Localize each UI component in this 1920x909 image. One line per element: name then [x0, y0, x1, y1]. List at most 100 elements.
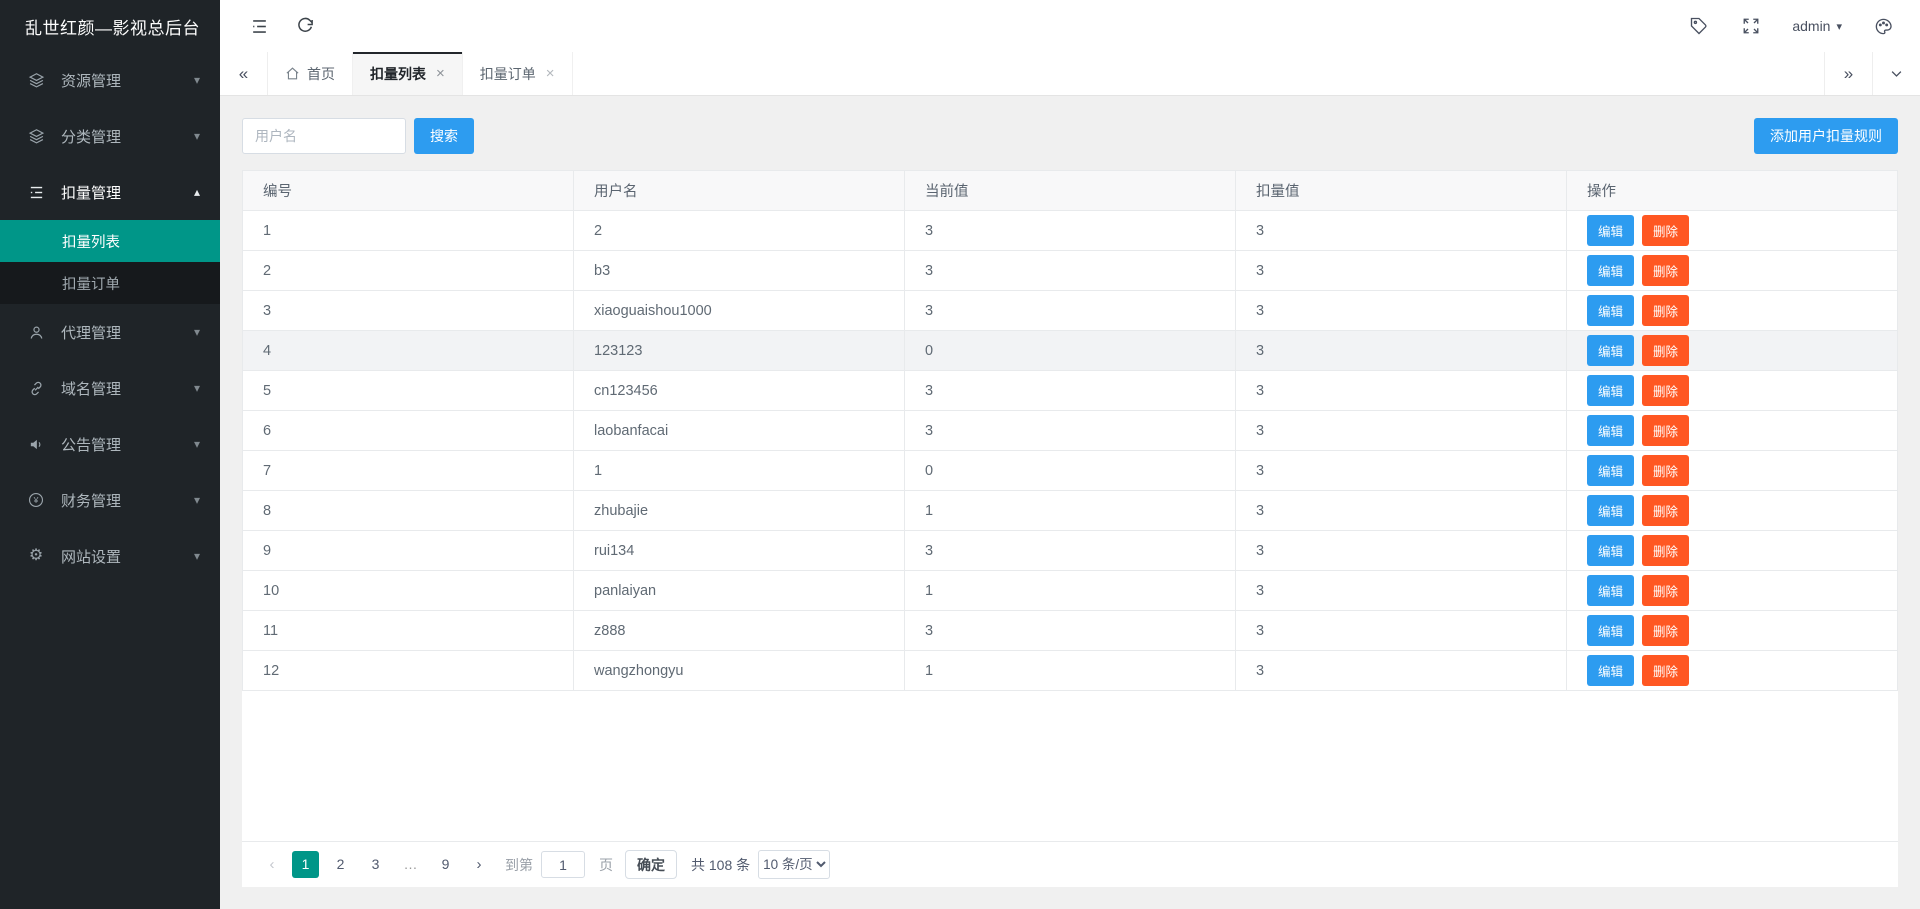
collapse-sidebar-icon[interactable]	[236, 0, 282, 52]
sidebar-item-label: 网站设置	[61, 546, 121, 567]
cell-deduct-value: 3	[1236, 491, 1567, 531]
sidebar-item-1[interactable]: 资源管理▾	[0, 52, 220, 108]
delete-button[interactable]: 删除	[1642, 575, 1689, 606]
page-number[interactable]: 3	[362, 851, 389, 878]
cell-id: 11	[243, 611, 574, 651]
goto-confirm-button[interactable]: 确定	[625, 850, 677, 879]
cell-current-value: 1	[905, 571, 1236, 611]
page-number[interactable]: 2	[327, 851, 354, 878]
fullscreen-icon[interactable]	[1740, 15, 1762, 37]
edit-button[interactable]: 编辑	[1587, 255, 1634, 286]
delete-button[interactable]: 删除	[1642, 375, 1689, 406]
toolbar: 搜索 添加用户扣量规则	[242, 118, 1898, 154]
sidebar-item-6[interactable]: 公告管理▾	[0, 416, 220, 472]
tabs-scroll-right-icon[interactable]: »	[1824, 52, 1872, 95]
cell-username: cn123456	[574, 371, 905, 411]
tabs-scroll-left-icon[interactable]: «	[220, 52, 268, 95]
delete-button[interactable]: 删除	[1642, 255, 1689, 286]
edit-button[interactable]: 编辑	[1587, 375, 1634, 406]
edit-button[interactable]: 编辑	[1587, 415, 1634, 446]
cell-current-value: 1	[905, 491, 1236, 531]
tab-首页[interactable]: 首页	[268, 52, 353, 95]
table-row: 11z88833编辑删除	[243, 611, 1898, 651]
cell-actions: 编辑删除	[1567, 451, 1898, 491]
chevron-down-icon: ▾	[194, 129, 200, 143]
user-dropdown[interactable]: admin ▾	[1792, 18, 1842, 34]
close-icon[interactable]: ×	[436, 66, 445, 81]
delete-button[interactable]: 删除	[1642, 215, 1689, 246]
column-header: 扣量值	[1236, 171, 1567, 211]
cell-actions: 编辑删除	[1567, 291, 1898, 331]
delete-button[interactable]: 删除	[1642, 655, 1689, 686]
cell-actions: 编辑删除	[1567, 251, 1898, 291]
tag-icon[interactable]	[1688, 15, 1710, 37]
search-button[interactable]: 搜索	[414, 118, 474, 154]
sidebar-item-3[interactable]: 扣量管理▴	[0, 164, 220, 220]
delete-button[interactable]: 删除	[1642, 335, 1689, 366]
sidebar-item-7[interactable]: ¥财务管理▾	[0, 472, 220, 528]
table-row: 6laobanfacai33编辑删除	[243, 411, 1898, 451]
page-size-select[interactable]: 10 条/页	[758, 850, 830, 879]
delete-button[interactable]: 删除	[1642, 295, 1689, 326]
cell-id: 5	[243, 371, 574, 411]
edit-button[interactable]: 编辑	[1587, 535, 1634, 566]
cell-actions: 编辑删除	[1567, 371, 1898, 411]
goto-page-input[interactable]	[541, 851, 585, 878]
svg-text:¥: ¥	[33, 495, 39, 505]
cell-actions: 编辑删除	[1567, 211, 1898, 251]
edit-button[interactable]: 编辑	[1587, 335, 1634, 366]
sidebar-subitem[interactable]: 扣量列表	[0, 220, 220, 262]
delete-button[interactable]: 删除	[1642, 415, 1689, 446]
edit-button[interactable]: 编辑	[1587, 455, 1634, 486]
edit-button[interactable]: 编辑	[1587, 615, 1634, 646]
delete-button[interactable]: 删除	[1642, 615, 1689, 646]
close-icon[interactable]: ×	[546, 66, 555, 81]
chevron-down-icon: ▾	[194, 381, 200, 395]
search-input[interactable]	[242, 118, 406, 154]
cell-id: 10	[243, 571, 574, 611]
cell-actions: 编辑删除	[1567, 411, 1898, 451]
delete-button[interactable]: 删除	[1642, 535, 1689, 566]
cell-deduct-value: 3	[1236, 611, 1567, 651]
cell-current-value: 1	[905, 651, 1236, 691]
sidebar-item-label: 代理管理	[61, 322, 121, 343]
prev-page-icon[interactable]: ‹	[260, 856, 284, 873]
edit-button[interactable]: 编辑	[1587, 495, 1634, 526]
cell-current-value: 0	[905, 331, 1236, 371]
column-header: 当前值	[905, 171, 1236, 211]
edit-button[interactable]: 编辑	[1587, 655, 1634, 686]
delete-button[interactable]: 删除	[1642, 495, 1689, 526]
sidebar-item-5[interactable]: 域名管理 ▾	[0, 360, 220, 416]
refresh-icon[interactable]	[282, 0, 328, 52]
sidebar-subitem[interactable]: 扣量订单	[0, 262, 220, 304]
cell-deduct-value: 3	[1236, 371, 1567, 411]
delete-button[interactable]: 删除	[1642, 455, 1689, 486]
cell-id: 12	[243, 651, 574, 691]
cell-current-value: 3	[905, 611, 1236, 651]
page-number[interactable]: 1	[292, 851, 319, 878]
user-icon	[26, 323, 46, 341]
theme-palette-icon[interactable]	[1872, 15, 1894, 37]
gear-icon: ⚙	[26, 547, 46, 565]
sidebar-item-4[interactable]: 代理管理▾	[0, 304, 220, 360]
cell-deduct-value: 3	[1236, 331, 1567, 371]
sidebar-item-8[interactable]: ⚙网站设置▾	[0, 528, 220, 584]
edit-button[interactable]: 编辑	[1587, 295, 1634, 326]
cell-username: 2	[574, 211, 905, 251]
cell-username: rui134	[574, 531, 905, 571]
tab-扣量订单[interactable]: 扣量订单×	[463, 52, 573, 95]
next-page-icon[interactable]: ›	[467, 856, 491, 873]
sidebar-item-label: 域名管理	[61, 378, 121, 399]
add-rule-button[interactable]: 添加用户扣量规则	[1754, 118, 1898, 154]
chevron-down-icon: ▾	[194, 73, 200, 87]
edit-button[interactable]: 编辑	[1587, 215, 1634, 246]
edit-button[interactable]: 编辑	[1587, 575, 1634, 606]
sidebar-item-label: 扣量管理	[61, 182, 121, 203]
cell-deduct-value: 3	[1236, 411, 1567, 451]
cell-id: 2	[243, 251, 574, 291]
page-number[interactable]: 9	[432, 851, 459, 878]
sidebar-item-2[interactable]: 分类管理▾	[0, 108, 220, 164]
tab-扣量列表[interactable]: 扣量列表×	[353, 52, 463, 95]
column-header: 操作	[1567, 171, 1898, 211]
tabs-menu-icon[interactable]	[1872, 52, 1920, 95]
